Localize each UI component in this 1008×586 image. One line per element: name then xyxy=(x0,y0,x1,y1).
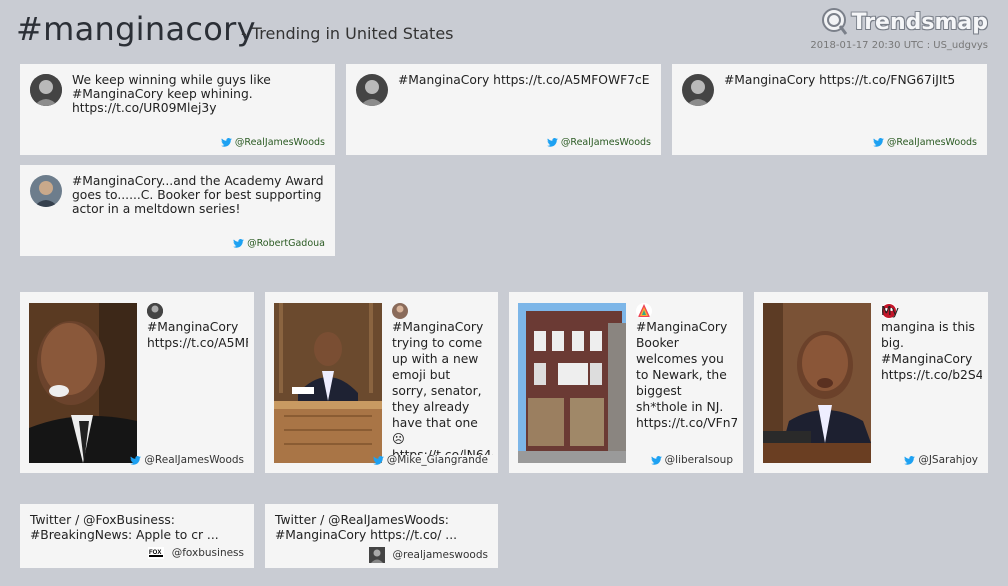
tweet-card[interactable]: #ManginaCory https://t.co/FNG67iJIt5 @Re… xyxy=(672,64,987,155)
twitter-bird-icon xyxy=(904,455,916,465)
link-card[interactable]: Twitter / @RealJamesWoods: #ManginaCory … xyxy=(265,504,498,568)
twitter-bird-icon xyxy=(221,138,232,147)
link-source[interactable]: FOX @foxbusiness xyxy=(147,547,244,559)
tweet-author-name: @RealJamesWoods xyxy=(886,137,977,148)
tweet-text: #ManginaCory https://t.co/A5MFOWF7cE xyxy=(398,73,650,87)
tweet-author-name: @RealJamesWoods xyxy=(144,454,244,466)
tweet-text: #ManginaCory https://t.co/A5MF xyxy=(147,320,248,350)
tweet-author-name: @liberalsoup xyxy=(664,454,733,466)
media-card[interactable]: My mangina is this big. #ManginaCory htt… xyxy=(754,292,988,473)
tweet-author[interactable]: @Mike_Giangrande xyxy=(372,454,488,466)
tweet-photo[interactable] xyxy=(274,303,382,463)
twitter-bird-icon xyxy=(547,138,558,147)
avatar[interactable] xyxy=(147,303,163,319)
tweet-author-name: @Mike_Giangrande xyxy=(386,454,488,466)
tweet-author[interactable]: @JSarahjoy xyxy=(904,454,978,466)
tweet-author-name: @RobertGadoua xyxy=(247,238,325,249)
tweet-author[interactable]: @RealJamesWoods xyxy=(873,137,977,148)
trendsmap-logo[interactable]: Trendsmap xyxy=(821,6,988,38)
tweet-text: My mangina is this big. #ManginaCory htt… xyxy=(881,304,982,382)
tweet-author[interactable]: @RealJamesWoods xyxy=(130,454,244,466)
tweet-author[interactable]: @RobertGadoua xyxy=(233,238,325,249)
media-card[interactable]: #ManginaCory https://t.co/A5MF @RealJame… xyxy=(20,292,254,473)
link-card[interactable]: Twitter / @FoxBusiness: #BreakingNews: A… xyxy=(20,504,254,568)
tweet-card[interactable]: We keep winning while guys like #Mangina… xyxy=(20,64,335,155)
link-title: Twitter / @RealJamesWoods: #ManginaCory … xyxy=(275,513,458,542)
link-title: Twitter / @FoxBusiness: #BreakingNews: A… xyxy=(30,513,219,542)
avatar[interactable] xyxy=(30,74,62,106)
tweet-photo[interactable] xyxy=(29,303,137,463)
tweet-photo[interactable] xyxy=(763,303,871,463)
avatar[interactable] xyxy=(682,74,714,106)
tweet-card[interactable]: #ManginaCory...and the Academy Award goe… xyxy=(20,165,335,256)
twitter-bird-icon xyxy=(873,138,884,147)
tweet-author[interactable]: @RealJamesWoods xyxy=(547,137,651,148)
tweet-text: #ManginaCory trying to come up with a ne… xyxy=(392,320,493,455)
avatar[interactable] xyxy=(356,74,388,106)
link-source-name: @realjameswoods xyxy=(392,549,488,561)
tweet-text: We keep winning while guys like #Mangina… xyxy=(72,73,271,115)
tweet-author[interactable]: @RealJamesWoods xyxy=(221,137,325,148)
link-source[interactable]: @realjameswoods xyxy=(368,547,488,563)
tweet-author-name: @JSarahjoy xyxy=(918,454,978,466)
avatar xyxy=(368,547,385,563)
trendsmap-icon xyxy=(821,8,847,35)
fox-business-logo: FOX xyxy=(147,547,164,559)
tweet-photo[interactable] xyxy=(518,303,626,463)
tweet-text: #ManginaCory Booker welcomes you to Newa… xyxy=(636,320,737,430)
twitter-bird-icon xyxy=(372,455,384,465)
avatar[interactable] xyxy=(636,303,652,319)
link-source-name: @foxbusiness xyxy=(171,547,244,559)
page-subtitle: - Trending in United States xyxy=(241,24,454,43)
page-title: #manginacory xyxy=(16,10,256,48)
timestamp: 2018-01-17 20:30 UTC : US_udgvys xyxy=(810,40,988,51)
tweet-author[interactable]: @liberalsoup xyxy=(650,454,733,466)
media-card[interactable]: #ManginaCory trying to come up with a ne… xyxy=(265,292,498,473)
twitter-bird-icon xyxy=(233,239,245,248)
media-card[interactable]: #ManginaCory Booker welcomes you to Newa… xyxy=(509,292,743,473)
avatar[interactable] xyxy=(30,175,62,207)
twitter-bird-icon xyxy=(650,455,662,465)
brand-name: Trendsmap xyxy=(851,9,988,35)
avatar[interactable] xyxy=(392,303,408,319)
tweet-text: #ManginaCory...and the Academy Award goe… xyxy=(72,174,324,216)
tweet-card[interactable]: #ManginaCory https://t.co/A5MFOWF7cE @Re… xyxy=(346,64,661,155)
tweet-author-name: @RealJamesWoods xyxy=(234,137,325,148)
tweet-author-name: @RealJamesWoods xyxy=(560,137,651,148)
twitter-bird-icon xyxy=(130,455,142,465)
tweet-text: #ManginaCory https://t.co/FNG67iJIt5 xyxy=(724,73,956,87)
